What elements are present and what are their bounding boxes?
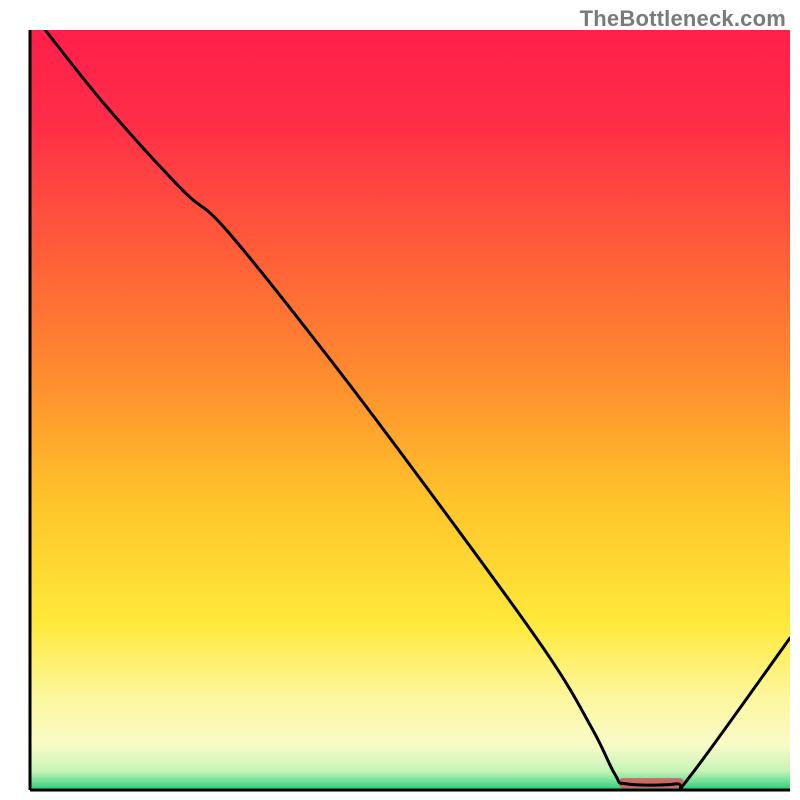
chart-container: TheBottleneck.com: [0, 0, 800, 800]
gradient-background: [30, 30, 790, 790]
watermark-text: TheBottleneck.com: [580, 6, 786, 32]
bottleneck-chart: [0, 0, 800, 800]
